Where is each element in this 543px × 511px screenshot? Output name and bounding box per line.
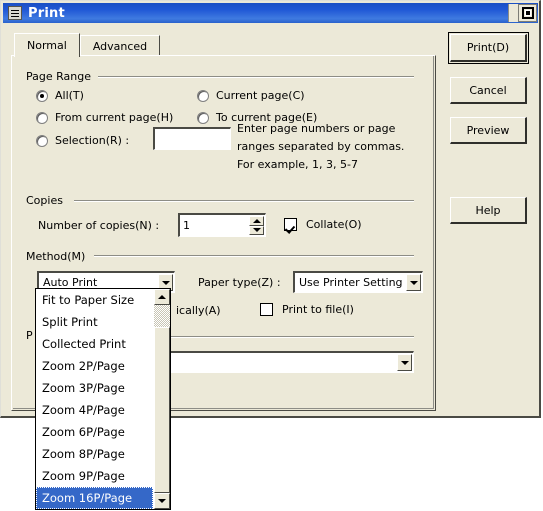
dropdown-item-collected-print[interactable]: Collected Print [36, 333, 153, 355]
preview-button-label: Preview [466, 123, 510, 137]
copies-increment-button[interactable] [249, 216, 264, 226]
paper-type-combobox[interactable]: Use Printer Setting [293, 271, 423, 293]
radio-from-current-page-indicator [36, 111, 48, 124]
dropdown-item-zoom-3p-page[interactable]: Zoom 3P/Page [36, 377, 153, 399]
dropdown-item-zoom-4p-page[interactable]: Zoom 4P/Page [36, 399, 153, 421]
page-range-group-line [98, 76, 414, 78]
dropdown-item-label: Split Print [42, 315, 98, 329]
method-group-label: Method(M) [26, 250, 91, 263]
print-to-file-label: Print to file(I) [282, 303, 354, 316]
chevron-up-icon [158, 295, 166, 299]
page-range-hint-line-1: Enter page numbers or page [237, 122, 396, 135]
method-dropdown-list: Fit to Paper Size Split Print Collected … [36, 289, 153, 509]
print-to-file-checkbox[interactable] [260, 303, 273, 316]
dropdown-item-label: Zoom 9P/Page [42, 469, 125, 483]
chevron-down-icon [409, 280, 418, 285]
collate-checkbox[interactable] [284, 218, 297, 231]
dropdown-item-zoom-9p-page[interactable]: Zoom 9P/Page [36, 465, 153, 487]
paper-type-combobox-arrow-button[interactable] [406, 274, 421, 291]
dropdown-item-zoom-16p-page[interactable]: Zoom 16P/Page [36, 487, 153, 509]
restore-window-icon [521, 7, 534, 19]
dropdown-item-zoom-6p-page[interactable]: Zoom 6P/Page [36, 421, 153, 443]
dropdown-item-zoom-2p-page[interactable]: Zoom 2P/Page [36, 355, 153, 377]
radio-from-current-page-label: From current page(H) [55, 111, 174, 124]
radio-current-page[interactable]: Current page(C) [197, 89, 305, 102]
tab-normal-label: Normal [27, 39, 67, 52]
help-button-label: Help [475, 203, 501, 217]
tab-normal[interactable]: Normal [14, 33, 80, 57]
radio-all-indicator [36, 89, 48, 102]
paper-type-label: Paper type(Z) : [198, 276, 281, 289]
dropdown-item-label: Zoom 16P/Page [42, 491, 133, 505]
cancel-button-label: Cancel [469, 83, 507, 97]
restore-window-button[interactable] [518, 4, 537, 22]
dropdown-item-label: Zoom 6P/Page [42, 425, 125, 439]
help-button[interactable]: Help [450, 197, 527, 224]
dropdown-scrollbar[interactable] [153, 289, 170, 509]
paper-type-combobox-value: Use Printer Setting [299, 276, 403, 289]
method-dropdown-popup[interactable]: Fit to Paper Size Split Print Collected … [35, 288, 171, 510]
dropdown-item-label: Fit to Paper Size [42, 293, 135, 307]
scrollbar-down-button[interactable] [154, 493, 170, 509]
copies-group-label: Copies [26, 194, 68, 207]
scrollbar-thumb[interactable] [154, 327, 170, 493]
radio-to-current-page-indicator [197, 111, 209, 124]
tab-advanced[interactable]: Advanced [79, 35, 161, 57]
collate-label: Collate(O) [306, 218, 362, 231]
print-to-file-checkbox-row[interactable]: Print to file(I) [260, 303, 354, 316]
copies-decrement-button[interactable] [249, 225, 264, 235]
system-menu-icon[interactable] [8, 6, 22, 20]
radio-from-current-page[interactable]: From current page(H) [36, 111, 173, 124]
dropdown-item-label: Zoom 3P/Page [42, 381, 125, 395]
print-button[interactable]: Print(D) [448, 32, 529, 64]
dropdown-item-label: Zoom 4P/Page [42, 403, 125, 417]
dropdown-item-label: Collected Print [42, 337, 126, 351]
radio-selection-label: Selection(R) : [55, 134, 130, 147]
collate-checkbox-row[interactable]: Collate(O) [284, 218, 362, 231]
bottom-combobox-arrow-button[interactable] [397, 354, 412, 371]
window-titlebar: Print [3, 3, 538, 23]
cancel-button[interactable]: Cancel [450, 77, 527, 104]
dropdown-item-split-print[interactable]: Split Print [36, 311, 153, 333]
number-of-copies-stepper[interactable]: 1 [178, 213, 266, 237]
number-of-copies-label: Number of copies(N) : [38, 219, 160, 232]
radio-current-page-label: Current page(C) [216, 89, 305, 102]
copies-spin-buttons [249, 216, 264, 235]
scrollbar-track-upper[interactable] [154, 305, 170, 327]
number-of-copies-value[interactable]: 1 [180, 215, 249, 236]
chevron-up-icon [252, 218, 261, 223]
page-range-hint-line-3: For example, 1, 3, 5-7 [237, 158, 358, 171]
tab-strip: Normal Advanced [14, 33, 161, 57]
chevron-down-icon [252, 228, 261, 233]
scrollbar-track[interactable] [154, 305, 170, 493]
scrollbar-up-button[interactable] [154, 289, 170, 305]
selection-range-input[interactable] [153, 127, 231, 150]
titlebar-divider [508, 4, 518, 22]
dropdown-item-fit-to-paper-size[interactable]: Fit to Paper Size [36, 289, 153, 311]
chevron-down-icon [158, 499, 166, 503]
radio-selection-indicator [36, 134, 48, 147]
page-range-group-label: Page Range [26, 70, 96, 83]
dropdown-item-zoom-8p-page[interactable]: Zoom 8P/Page [36, 443, 153, 465]
radio-selection[interactable]: Selection(R) : [36, 134, 129, 147]
chevron-down-icon [400, 360, 409, 365]
dropdown-item-label: Zoom 2P/Page [42, 359, 125, 373]
rotate-automatically-label: ically(A) [176, 304, 221, 317]
page-range-hint-line-2: ranges separated by commas. [237, 140, 405, 153]
menu-lines-icon [11, 9, 19, 17]
copies-group-line [74, 200, 414, 202]
method-group-line [94, 255, 414, 257]
radio-all-label: All(T) [55, 89, 84, 102]
restore-window-icon-inner [524, 10, 531, 16]
print-button-label: Print(D) [466, 41, 510, 54]
dropdown-item-label: Zoom 8P/Page [42, 447, 125, 461]
chevron-down-icon [161, 280, 170, 285]
window-title: Print [28, 5, 65, 21]
radio-all[interactable]: All(T) [36, 89, 84, 102]
tab-advanced-label: Advanced [92, 40, 148, 53]
radio-current-page-indicator [197, 89, 209, 102]
preview-button[interactable]: Preview [450, 117, 527, 144]
